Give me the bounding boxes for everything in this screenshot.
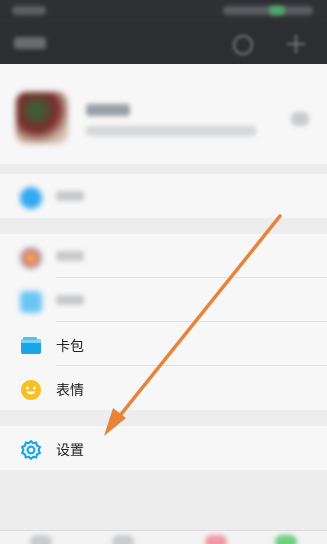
- status-bar: [0, 0, 327, 22]
- wechat-me-screen: 卡包 表情 设置: [0, 0, 327, 544]
- status-icons-blurred: [223, 6, 313, 15]
- tab-discover-icon[interactable]: [205, 535, 227, 544]
- blue-circle-icon: [20, 187, 42, 209]
- battery-icon: [269, 6, 285, 15]
- profile-name-blurred: [86, 104, 130, 116]
- profile-card[interactable]: [0, 64, 327, 164]
- qr-code-icon[interactable]: [291, 112, 309, 126]
- plus-icon[interactable]: [287, 35, 305, 53]
- page-title-blurred: [14, 37, 46, 49]
- tab-contacts-icon[interactable]: [112, 535, 134, 544]
- status-time-blurred: [12, 6, 46, 15]
- colorful-flower-icon: [20, 247, 42, 269]
- avatar[interactable]: [16, 92, 68, 144]
- tab-me-icon[interactable]: [275, 535, 297, 544]
- menu-label-blurred: [56, 295, 84, 305]
- gear-icon: [20, 439, 42, 461]
- menu-label-settings: 设置: [56, 443, 84, 459]
- menu-item-blurred-3[interactable]: [0, 278, 327, 322]
- title-bar: [0, 22, 327, 64]
- menu-item-settings[interactable]: 设置: [0, 426, 327, 470]
- menu-label-emoji: 表情: [56, 383, 84, 399]
- menu-item-blurred-2[interactable]: [0, 234, 327, 278]
- search-icon[interactable]: [233, 35, 253, 55]
- menu-item-blurred-1[interactable]: [0, 174, 327, 218]
- menu-label-blurred: [56, 251, 84, 261]
- menu-item-card[interactable]: 卡包: [0, 322, 327, 366]
- tab-chats-icon[interactable]: [30, 535, 52, 544]
- blue-image-icon: [20, 291, 42, 313]
- bottom-tab-bar: [0, 530, 327, 544]
- card-wallet-icon: [21, 337, 41, 354]
- menu-label-card: 卡包: [56, 339, 84, 355]
- menu-item-emoji[interactable]: 表情: [0, 366, 327, 410]
- profile-id-blurred: [86, 126, 256, 136]
- smiley-face-icon: [21, 380, 41, 400]
- menu-label-blurred: [56, 191, 84, 201]
